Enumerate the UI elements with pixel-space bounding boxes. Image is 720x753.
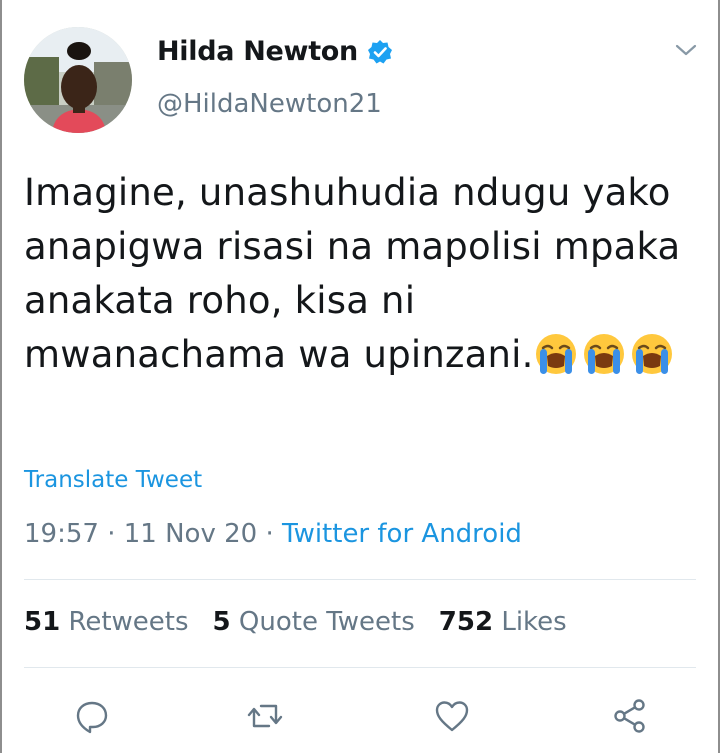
loudly-crying-face-icon: [534, 332, 578, 376]
share-icon[interactable]: [610, 696, 650, 736]
likes-stat[interactable]: 752 Likes: [439, 607, 567, 637]
meta-separator: ·: [257, 519, 282, 549]
author-handle[interactable]: @HildaNewton21: [157, 89, 382, 119]
avatar-photo: [24, 27, 132, 133]
quote-tweets-label: Quote Tweets: [238, 607, 415, 637]
loudly-crying-face-icon: [630, 332, 674, 376]
retweet-icon[interactable]: [245, 696, 285, 736]
likes-count: 752: [438, 607, 494, 637]
retweets-count: 51: [24, 607, 61, 637]
retweets-label: Retweets: [68, 607, 189, 637]
like-icon[interactable]: [432, 696, 472, 736]
retweets-stat[interactable]: 51 Retweets: [24, 607, 189, 637]
tweet-text: Imagine, unashuhudia ndugu yako anapigwa…: [24, 166, 684, 382]
reply-icon[interactable]: [72, 696, 112, 736]
avatar[interactable]: [24, 27, 132, 133]
verified-badge-icon: [367, 39, 393, 65]
quote-tweets-stat[interactable]: 5 Quote Tweets: [213, 607, 415, 637]
engagement-stats: 51 Retweets 5 Quote Tweets 752 Likes: [24, 607, 567, 637]
tweet-actions-bar: [0, 696, 720, 740]
divider: [24, 579, 696, 580]
display-name[interactable]: Hilda Newton: [157, 36, 358, 67]
author-name-row: Hilda Newton: [157, 36, 393, 67]
tweet-time[interactable]: 19:57: [24, 519, 99, 549]
translate-tweet-link[interactable]: Translate Tweet: [24, 467, 202, 493]
meta-separator: ·: [98, 519, 124, 549]
quote-tweets-count: 5: [212, 607, 231, 637]
left-frame-border: [0, 0, 2, 753]
tweet-source-link[interactable]: Twitter for Android: [282, 519, 522, 549]
chevron-down-icon[interactable]: [674, 42, 698, 58]
divider: [24, 667, 696, 668]
loudly-crying-face-icon: [582, 332, 626, 376]
likes-label: Likes: [501, 607, 567, 637]
tweet-date[interactable]: 11 Nov 20: [124, 519, 257, 549]
tweet-meta: 19:57 · 11 Nov 20 · Twitter for Android: [24, 519, 522, 549]
